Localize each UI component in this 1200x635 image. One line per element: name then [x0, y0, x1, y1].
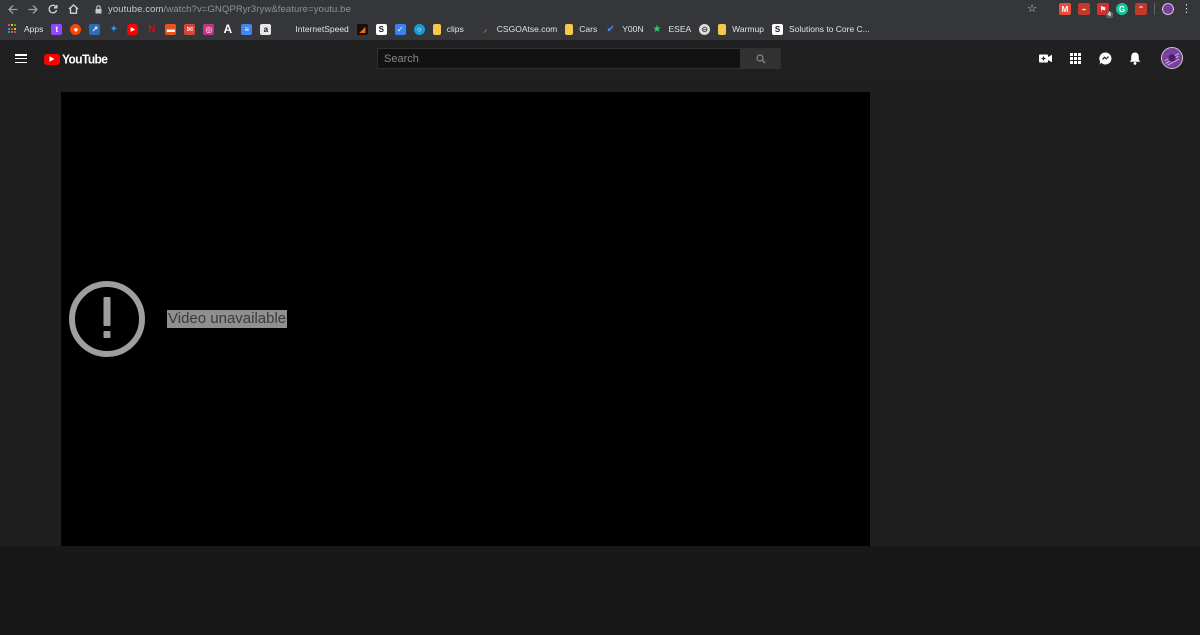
masthead-actions [0, 40, 1200, 77]
folder-icon [432, 23, 441, 35]
instagram-icon: ◎ [203, 23, 215, 35]
twitch-icon: t [51, 23, 63, 35]
bookmark-label: InternetSpeed [295, 24, 349, 34]
home-icon[interactable] [63, 0, 83, 18]
bookmark-gmail[interactable]: ✉ [184, 18, 196, 40]
profile-avatar-icon[interactable] [1162, 3, 1174, 15]
docs-icon: ≡ [241, 23, 253, 35]
s-icon: S [771, 23, 783, 35]
bookmark-twitter[interactable]: ✦ [108, 18, 119, 40]
reddit-icon: ● [70, 23, 82, 35]
bookmark-check[interactable]: ✓ [394, 18, 406, 40]
bookmark-circle[interactable]: ○ [413, 18, 425, 40]
folder-icon [718, 23, 727, 35]
flag-ext-icon[interactable]: ⚑ 4 [1097, 3, 1113, 18]
bookmark-label: Y00N [622, 24, 644, 34]
notifications-bell-icon[interactable] [1127, 50, 1143, 66]
browser-toolbar: youtube.com/watch?v=GNQPRyr3ryw&feature=… [0, 0, 1200, 18]
bookmark-label: CSGOAtse.com [496, 24, 558, 34]
lock-icon[interactable] [93, 3, 103, 15]
back-icon[interactable] [3, 0, 23, 18]
address-bar[interactable]: youtube.com/watch?v=GNQPRyr3ryw&feature=… [108, 4, 351, 15]
font-a-icon: A [223, 22, 233, 36]
bookmark-slides[interactable]: ▬ [165, 18, 177, 40]
bookmark-cars[interactable]: Cars [565, 18, 597, 40]
url-host: youtube.com [108, 3, 164, 15]
bookmark-label: Solutions to Core C... [788, 24, 870, 34]
arrows-ext-icon[interactable]: ⌃ [1135, 3, 1147, 15]
bookmark-label: Warmup [732, 24, 764, 34]
bookmark-esea[interactable]: ★ ESEA [651, 18, 692, 40]
globe-icon: ⊖ [699, 23, 711, 35]
bookmark-globe[interactable]: ⊖ [699, 18, 711, 40]
create-video-icon[interactable] [1037, 50, 1053, 66]
checkmark-icon: ✔ [606, 23, 615, 35]
account-avatar[interactable] [1161, 47, 1183, 69]
bookmark-csgoatse[interactable]: ⸝ CSGOAtse.com [480, 18, 557, 40]
extensions-area: ☆ M ⌁ ⚑ 4 G ⌃ ⋮ [1027, 0, 1192, 18]
slides-icon: ▬ [165, 23, 177, 35]
bookmark-solutions[interactable]: S Solutions to Core C... [771, 18, 870, 40]
bookmark-label: Apps [24, 24, 44, 34]
error-exclamation-icon [68, 280, 146, 358]
knife-icon: ⸝ [483, 24, 488, 34]
toolbar-divider [1154, 3, 1155, 15]
bookmark-warmup[interactable]: Warmup [718, 18, 764, 40]
star-icon: ★ [652, 23, 662, 35]
bookmark-instagram[interactable]: ◎ [203, 18, 215, 40]
circle-icon: ○ [413, 23, 425, 35]
bookmark-twitch[interactable]: t [51, 18, 63, 40]
bookmark-reddit[interactable]: ● [70, 18, 82, 40]
reload-icon[interactable] [43, 0, 63, 18]
gmail-icon: ✉ [184, 23, 196, 35]
twitter-icon: ✦ [109, 23, 119, 35]
bookmark-star-icon[interactable]: ☆ [1027, 3, 1037, 15]
bookmark-netflix[interactable]: N [146, 18, 157, 40]
messages-icon[interactable] [1097, 50, 1113, 66]
bookmark-label: ESEA [668, 24, 692, 34]
bookmark-label: Cars [579, 24, 598, 34]
apps-grid-icon [8, 24, 18, 34]
forward-icon[interactable] [23, 0, 43, 18]
bookmark-docs[interactable]: ≡ [241, 18, 253, 40]
avatar-pattern-icon [1162, 48, 1182, 68]
chart-icon: ↗ [89, 23, 101, 35]
grammarly-icon[interactable]: G [1116, 3, 1128, 15]
bookmark-apps[interactable]: Apps [8, 18, 43, 40]
folder-icon [565, 23, 574, 35]
speed-icon: ◢ [356, 23, 368, 35]
netflix-icon: N [148, 23, 156, 35]
bookmark-chart[interactable]: ↗ [89, 18, 101, 40]
bookmark-clips[interactable]: clips [432, 18, 464, 40]
chart-ext-icon[interactable]: ⌁ [1078, 3, 1090, 15]
bookmark-amazon[interactable]: a [260, 18, 272, 40]
bookmark-font[interactable]: A [222, 18, 233, 40]
amazon-icon: a [260, 23, 272, 35]
s-icon: S [375, 23, 387, 35]
youtube-icon: ▶ [127, 23, 139, 35]
apps-grid-icon[interactable] [1067, 50, 1083, 66]
bookmark-y00n[interactable]: ✔ Y00N [605, 18, 644, 40]
below-player-area [0, 546, 1200, 635]
menu-kebab-icon[interactable]: ⋮ [1181, 3, 1192, 15]
bookmark-s[interactable]: S [375, 18, 387, 40]
url-path: /watch?v=GNQPRyr3ryw&feature=youtu.be [163, 3, 351, 15]
video-unavailable-message: Video unavailable [167, 310, 288, 328]
gmail-ext-icon[interactable]: M [1059, 3, 1071, 15]
bookmark-internetspeed[interactable]: InternetSpeed [295, 18, 348, 40]
bookmark-label: clips [446, 24, 464, 34]
bookmark-youtube[interactable]: ▶ [127, 18, 139, 40]
bookmarks-bar: Apps t ● ↗ ✦ ▶ N ▬ ✉ ◎ A ≡ a InternetSpe… [0, 18, 1200, 40]
check-icon: ✓ [394, 23, 406, 35]
bookmark-speed[interactable]: ◢ [356, 18, 368, 40]
